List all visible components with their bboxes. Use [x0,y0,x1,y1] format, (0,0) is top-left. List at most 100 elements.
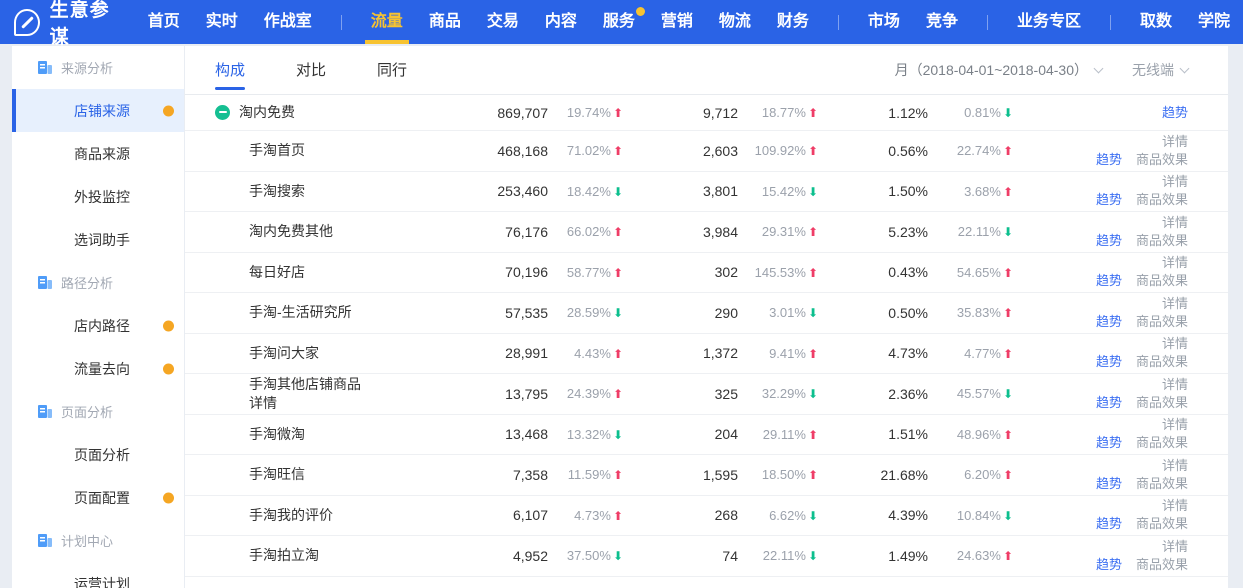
detail-link[interactable]: 详情 [1162,376,1188,394]
detail-link[interactable]: 详情 [1162,214,1188,232]
trend-link[interactable]: 趋势 [1162,104,1188,122]
arrow-down-icon: ⬇ [808,509,818,523]
sidebar-item-label: 页面分析 [74,445,130,465]
nav-item[interactable]: 作战室 [251,0,325,44]
sidebar-group-label: 来源分析 [61,58,113,77]
trend-link[interactable]: 趋势 [1096,515,1122,533]
source-name: 手淘其他店铺商品详情 [249,375,367,413]
sidebar-item[interactable]: 店铺来源 [12,89,184,132]
nav-item[interactable]: 物流 [706,0,764,44]
nav-item[interactable]: 学院 [1185,0,1243,44]
trend-link[interactable]: 趋势 [1096,191,1122,209]
trend-link[interactable]: 趋势 [1096,313,1122,331]
sidebar-item[interactable]: 店内路径 [12,304,184,347]
nav-item[interactable]: 服务 [590,0,648,44]
effect-link[interactable]: 商品效果 [1136,556,1188,574]
nav-item[interactable]: 竞争 [913,0,971,44]
change-value: 3.68% [964,184,1001,199]
source-name: 手淘微淘 [249,425,305,444]
detail-link[interactable]: 详情 [1162,335,1188,353]
effect-link[interactable]: 商品效果 [1136,232,1188,250]
nav-item[interactable]: 商品 [416,0,474,44]
buyers-value: 74 [623,548,738,564]
actions-cell: 详情趋势商品效果 [1013,295,1188,331]
conversion-rate-value: 4.73% [818,345,928,361]
table-row: 每日好店70,19658.77%⬆302145.53%⬆0.43%54.65%⬆… [185,253,1228,294]
buyers-value: 268 [623,507,738,523]
effect-link[interactable]: 商品效果 [1136,313,1188,331]
effect-link[interactable]: 商品效果 [1136,434,1188,452]
trend-link[interactable]: 趋势 [1096,151,1122,169]
terminal-label: 无线端 [1132,60,1174,80]
detail-link[interactable]: 详情 [1162,173,1188,191]
brand[interactable]: 生意参谋 [0,0,135,49]
conversion-rate-value: 1.50% [818,183,928,199]
effect-link[interactable]: 商品效果 [1136,475,1188,493]
source-name: 淘内免费 [239,103,295,122]
source-name-cell: 手淘搜索 [215,182,438,201]
buyers-value: 9,712 [623,105,738,121]
buyers-value: 302 [623,264,738,280]
sidebar-item[interactable]: 选词助手 [12,218,184,261]
detail-link[interactable]: 详情 [1162,133,1188,151]
change-value: 18.50% [762,467,806,482]
date-range-selector[interactable]: 月（2018-04-01~2018-04-30） [895,60,1102,80]
change-cell: 4.43%⬆ [548,346,623,361]
detail-link[interactable]: 详情 [1162,416,1188,434]
nav-item[interactable]: 交易 [474,0,532,44]
trend-link[interactable]: 趋势 [1096,272,1122,290]
effect-link[interactable]: 商品效果 [1136,272,1188,290]
sidebar-item[interactable]: 运营计划 [12,562,184,588]
trend-link[interactable]: 趋势 [1096,353,1122,371]
sidebar-item[interactable]: 商品来源 [12,132,184,175]
arrow-up-icon: ⬆ [808,106,818,120]
nav-item[interactable]: 实时 [193,0,251,44]
trend-link[interactable]: 趋势 [1096,232,1122,250]
nav-item[interactable]: 流量 [358,0,416,44]
nav-item[interactable]: 内容 [532,0,590,44]
effect-link[interactable]: 商品效果 [1136,191,1188,209]
sidebar-item[interactable]: 外投监控 [12,175,184,218]
effect-link[interactable]: 商品效果 [1136,394,1188,412]
nav-item[interactable]: 财务 [764,0,822,44]
trend-link[interactable]: 趋势 [1096,434,1122,452]
sidebar-item[interactable]: 页面分析 [12,433,184,476]
nav-item[interactable]: 市场 [855,0,913,44]
nav-item[interactable]: 营销 [648,0,706,44]
tab[interactable]: 同行 [377,46,407,95]
nav-item[interactable]: 业务专区 [1004,0,1094,44]
nav-item[interactable]: 首页 [135,0,193,44]
actions-cell: 详情趋势商品效果 [1013,335,1188,371]
change-cell: 58.77%⬆ [548,265,623,280]
tab[interactable]: 对比 [296,46,326,95]
sidebar-item[interactable]: 流量去向 [12,347,184,390]
main-content: 构成 对比 同行 月（2018-04-01~2018-04-30） 无线端 淘内免费… [185,46,1228,588]
conversion-rate-value: 1.49% [818,548,928,564]
building-icon [38,61,52,74]
arrow-up-icon: ⬆ [613,144,623,158]
trend-link[interactable]: 趋势 [1096,556,1122,574]
tabs: 构成 对比 同行 [215,46,458,95]
collapse-toggle-icon[interactable] [215,105,230,120]
building-icon [38,276,52,289]
effect-link[interactable]: 商品效果 [1136,151,1188,169]
arrow-down-icon: ⬇ [613,185,623,199]
effect-link[interactable]: 商品效果 [1136,353,1188,371]
trend-link[interactable]: 趋势 [1096,394,1122,412]
nav-item[interactable]: 取数 [1127,0,1185,44]
trend-link[interactable]: 趋势 [1096,475,1122,493]
detail-link[interactable]: 详情 [1162,457,1188,475]
tab[interactable]: 构成 [215,46,245,95]
detail-link[interactable]: 详情 [1162,497,1188,515]
detail-link[interactable]: 详情 [1162,254,1188,272]
change-cell: 29.31%⬆ [738,224,818,239]
actions-cell: 详情趋势商品效果 [1013,214,1188,250]
terminal-selector[interactable]: 无线端 [1132,60,1188,80]
detail-link[interactable]: 详情 [1162,538,1188,556]
sidebar-item[interactable]: 页面配置 [12,476,184,519]
effect-link[interactable]: 商品效果 [1136,515,1188,533]
detail-link[interactable]: 详情 [1162,295,1188,313]
arrow-down-icon: ⬇ [808,387,818,401]
change-value: 15.42% [762,184,806,199]
table-row: 手淘微淘13,46813.32%⬇20429.11%⬆1.51%48.96%⬆详… [185,415,1228,456]
